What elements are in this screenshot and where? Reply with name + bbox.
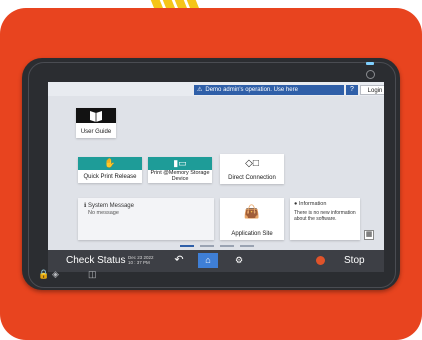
top-bar: ⚠ Demo admin's operation. Use here ? Logi…: [48, 82, 384, 96]
page-dot: [180, 245, 194, 247]
lock-icon: 🔒: [38, 269, 50, 279]
stop-icon[interactable]: [316, 256, 325, 265]
warning-icon: ⚠: [197, 87, 203, 93]
book-icon: [76, 108, 116, 123]
application-site-tile[interactable]: 👜 Application Site: [220, 198, 284, 240]
memory-storage-print-tile[interactable]: ▮▭ Print @Memory Storage Device: [148, 157, 212, 183]
check-status-button[interactable]: Check Status: [66, 255, 125, 266]
bottom-bar: Check Status Dec 23 2022 10 : 37 PM ↶ ⌂ …: [48, 250, 384, 272]
information-title: Information: [298, 201, 327, 207]
page-dot: [200, 245, 214, 247]
power-indicator: [366, 70, 375, 79]
usb-sd-icon: ▮▭: [148, 157, 212, 170]
wifi-icon: ◈: [52, 269, 59, 279]
back-icon[interactable]: ↶: [172, 254, 186, 267]
system-message-title: System Message: [87, 203, 134, 209]
page-dot: [240, 245, 254, 247]
quick-print-release-tile[interactable]: ✋ Quick Print Release: [78, 157, 142, 183]
login-button[interactable]: Login: [360, 85, 384, 95]
shopping-bag-icon: 👜: [243, 204, 261, 219]
information-text: There is no new information about the so…: [294, 210, 356, 222]
information-widget[interactable]: ● Information There is no new informatio…: [290, 198, 360, 240]
stop-button[interactable]: Stop: [344, 255, 365, 266]
touch-screen: ⚠ Demo admin's operation. Use here ? Logi…: [48, 82, 384, 272]
info-icon: ●: [294, 201, 298, 207]
status-led: [366, 62, 374, 65]
help-button[interactable]: ?: [346, 85, 358, 95]
admin-notice[interactable]: ⚠ Demo admin's operation. Use here: [194, 85, 344, 95]
data-in-icon: ◫: [88, 269, 97, 279]
app-grid-icon[interactable]: ▦: [364, 230, 374, 240]
page-indicator: [180, 245, 260, 247]
time-text: 10 : 37 PM: [128, 260, 150, 265]
hand-document-icon: ✋: [78, 157, 142, 170]
user-guide-tile[interactable]: User Guide: [76, 108, 116, 138]
direct-connection-tile[interactable]: ◇□ Direct Connection: [220, 154, 284, 184]
system-message-widget[interactable]: ℹ System Message No message: [78, 198, 214, 240]
direct-connect-icon: ◇□: [245, 158, 259, 169]
date-time: Dec 23 2022 10 : 37 PM: [128, 255, 154, 265]
home-icon[interactable]: ⌂: [198, 253, 218, 268]
gear-icon[interactable]: ⚙: [232, 254, 246, 267]
system-message-text: No message: [88, 210, 119, 216]
page-dot: [220, 245, 234, 247]
